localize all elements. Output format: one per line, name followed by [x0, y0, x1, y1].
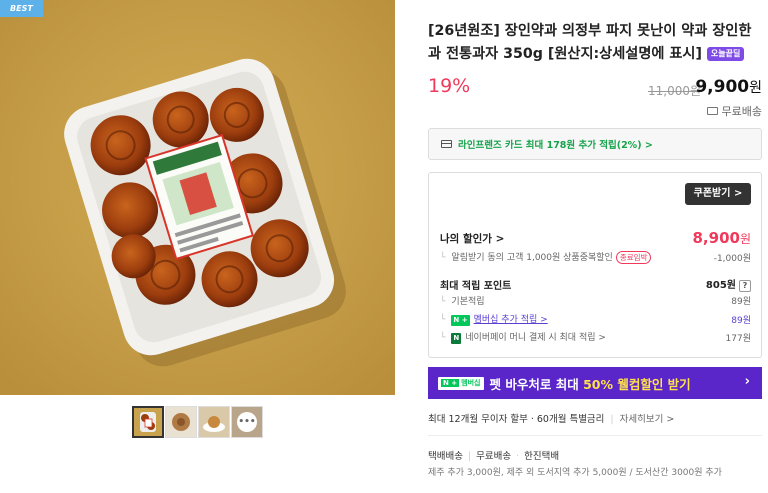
- membership-points-row: └ N + 멤버십 추가 적립 > 89원: [440, 312, 751, 326]
- basic-points-row: └ 기본적립 89원: [440, 294, 751, 307]
- sale-price: 9,900원: [695, 77, 762, 97]
- today-deal-badge: 오늘끝딜: [706, 47, 745, 61]
- points-label: 최대 적립 포인트: [440, 280, 512, 292]
- thumbnail-3[interactable]: [198, 406, 230, 438]
- credit-card-icon: [441, 140, 452, 148]
- installment-text: 최대 12개월 무이자 할부 · 60개월 특별금리: [428, 414, 605, 425]
- naverpay-points-row: └ N 네이버페이 머니 결제 시 최대 적립 > 177원: [440, 330, 751, 344]
- sale-price-value: 9,900: [695, 77, 750, 97]
- alarm-discount-row: └ 알림받기 동의 고객 1,000원 상품중복할인 종료임박 -1,000원: [440, 250, 751, 264]
- shipping-info: 무료배송: [706, 103, 762, 119]
- my-discount-link[interactable]: 나의 할인가 >: [440, 231, 504, 246]
- naverpay-badge: N: [451, 333, 462, 344]
- tree-connector: └: [440, 253, 446, 263]
- delivery-type: 택배배송: [428, 451, 463, 462]
- shipping-text: 무료배송: [721, 105, 762, 118]
- separator: |: [610, 414, 614, 425]
- benefit-box: 쿠폰받기 > 나의 할인가 > 8,900원 └ 알림받기 동의 고객 1,000…: [428, 172, 762, 358]
- alarm-discount-text: 알림받기 동의 고객 1,000원 상품중복할인: [451, 253, 613, 263]
- tree-connector: └: [440, 333, 446, 343]
- product-gallery: BEST •••: [0, 0, 395, 493]
- sale-price-unit: 원: [749, 80, 762, 96]
- thumbnail-tray-image: [134, 408, 162, 436]
- coupon-button[interactable]: 쿠폰받기 >: [685, 183, 751, 205]
- discount-rate: 19%: [428, 75, 471, 97]
- truck-icon: [706, 107, 718, 115]
- basic-points-label: 기본적립: [451, 297, 485, 307]
- thumbnail-2[interactable]: [165, 406, 197, 438]
- delivery-extra-fee-note: 제주 추가 3,000원, 제주 외 도서지역 추가 5,000원 / 도서산간…: [428, 468, 722, 478]
- points-total: 805원?: [706, 276, 751, 292]
- card-promo-text: 라인프렌즈 카드 최대 178원 추가 적립(2%) >: [458, 140, 653, 151]
- membership-badge: N + 멤버십: [438, 376, 484, 390]
- alarm-discount-desc: └ 알림받기 동의 고객 1,000원 상품중복할인 종료임박: [440, 250, 652, 264]
- product-info: [26년원조] 장인약과 의정부 파지 못난이 약과 장인한과 전통과자 350…: [428, 0, 768, 493]
- naver-plus-badge: N +: [451, 315, 470, 326]
- membership-badge-n: N +: [441, 379, 460, 387]
- product-title-text: [26년원조] 장인약과 의정부 파지 못난이 약과 장인한과 전통과자 350…: [428, 23, 752, 62]
- chevron-right-icon: ›: [744, 374, 750, 389]
- pet-voucher-banner[interactable]: N + 멤버십 펫 바우처로 최대 50% 웰컴할인 받기 ›: [428, 367, 762, 399]
- thumbnail-plate-image: [199, 407, 229, 437]
- divider: [428, 435, 762, 436]
- dot-separator: ·: [516, 451, 520, 462]
- naverpay-points-link[interactable]: 네이버페이 머니 결제 시 최대 적립 >: [465, 333, 606, 343]
- thumbnail-cookie-image: [166, 407, 196, 437]
- tree-connector: └: [440, 297, 446, 307]
- naverpay-points-desc: └ N 네이버페이 머니 결제 시 최대 적립 >: [440, 330, 606, 344]
- membership-points-value: 89원: [731, 315, 751, 326]
- best-badge: BEST: [0, 0, 43, 17]
- card-promo-banner[interactable]: 라인프렌즈 카드 최대 178원 추가 적립(2%) >: [428, 128, 762, 160]
- banner-text-main: 펫 바우처로 최대: [489, 376, 584, 392]
- original-price: 11,000원: [648, 84, 702, 98]
- membership-badge-text: 멤버십: [461, 379, 481, 387]
- my-discount-price: 8,900원: [693, 229, 752, 247]
- membership-points-desc: └ N + 멤버십 추가 적립 >: [440, 312, 548, 326]
- basic-points-desc: └ 기본적립: [440, 294, 485, 307]
- thumbnail-strip: •••: [132, 406, 263, 438]
- my-discount-price-unit: 원: [739, 232, 751, 246]
- my-discount-row: 나의 할인가 > 8,900원: [440, 229, 751, 247]
- banner-text: 펫 바우처로 최대 50% 웰컴할인 받기: [490, 374, 691, 393]
- naverpay-points-value: 177원: [725, 333, 751, 344]
- basic-points-value: 89원: [731, 297, 751, 307]
- yakgwa-tray-illustration: [0, 0, 395, 395]
- delivery-info: 택배배송 | 무료배송 · 한진택배: [428, 448, 559, 462]
- product-main-image[interactable]: BEST: [0, 0, 395, 395]
- my-discount-price-value: 8,900: [692, 229, 740, 247]
- tree-connector: └: [440, 315, 446, 325]
- thumbnail-1[interactable]: [132, 406, 164, 438]
- more-dots-icon: •••: [237, 412, 257, 432]
- separator: |: [467, 451, 472, 462]
- alarm-discount-value: -1,000원: [713, 253, 751, 264]
- help-icon[interactable]: ?: [739, 280, 751, 292]
- thumbnail-more[interactable]: •••: [231, 406, 263, 438]
- product-title: [26년원조] 장인약과 의정부 파지 못난이 약과 장인한과 전통과자 350…: [428, 20, 764, 66]
- membership-points-link[interactable]: 멤버십 추가 적립 >: [474, 315, 548, 325]
- installment-info: 최대 12개월 무이자 할부 · 60개월 특별금리 | 자세히보기 >: [428, 411, 674, 425]
- installment-details-link[interactable]: 자세히보기 >: [620, 414, 675, 425]
- banner-text-highlight: 50% 웰컴할인 받기: [583, 376, 691, 392]
- points-value: 805원: [705, 280, 736, 291]
- ending-soon-badge: 종료임박: [615, 251, 652, 264]
- delivery-carrier: 한진택배: [524, 451, 560, 462]
- points-row: 최대 적립 포인트 805원?: [440, 276, 751, 292]
- delivery-fee: 무료배송: [476, 451, 512, 462]
